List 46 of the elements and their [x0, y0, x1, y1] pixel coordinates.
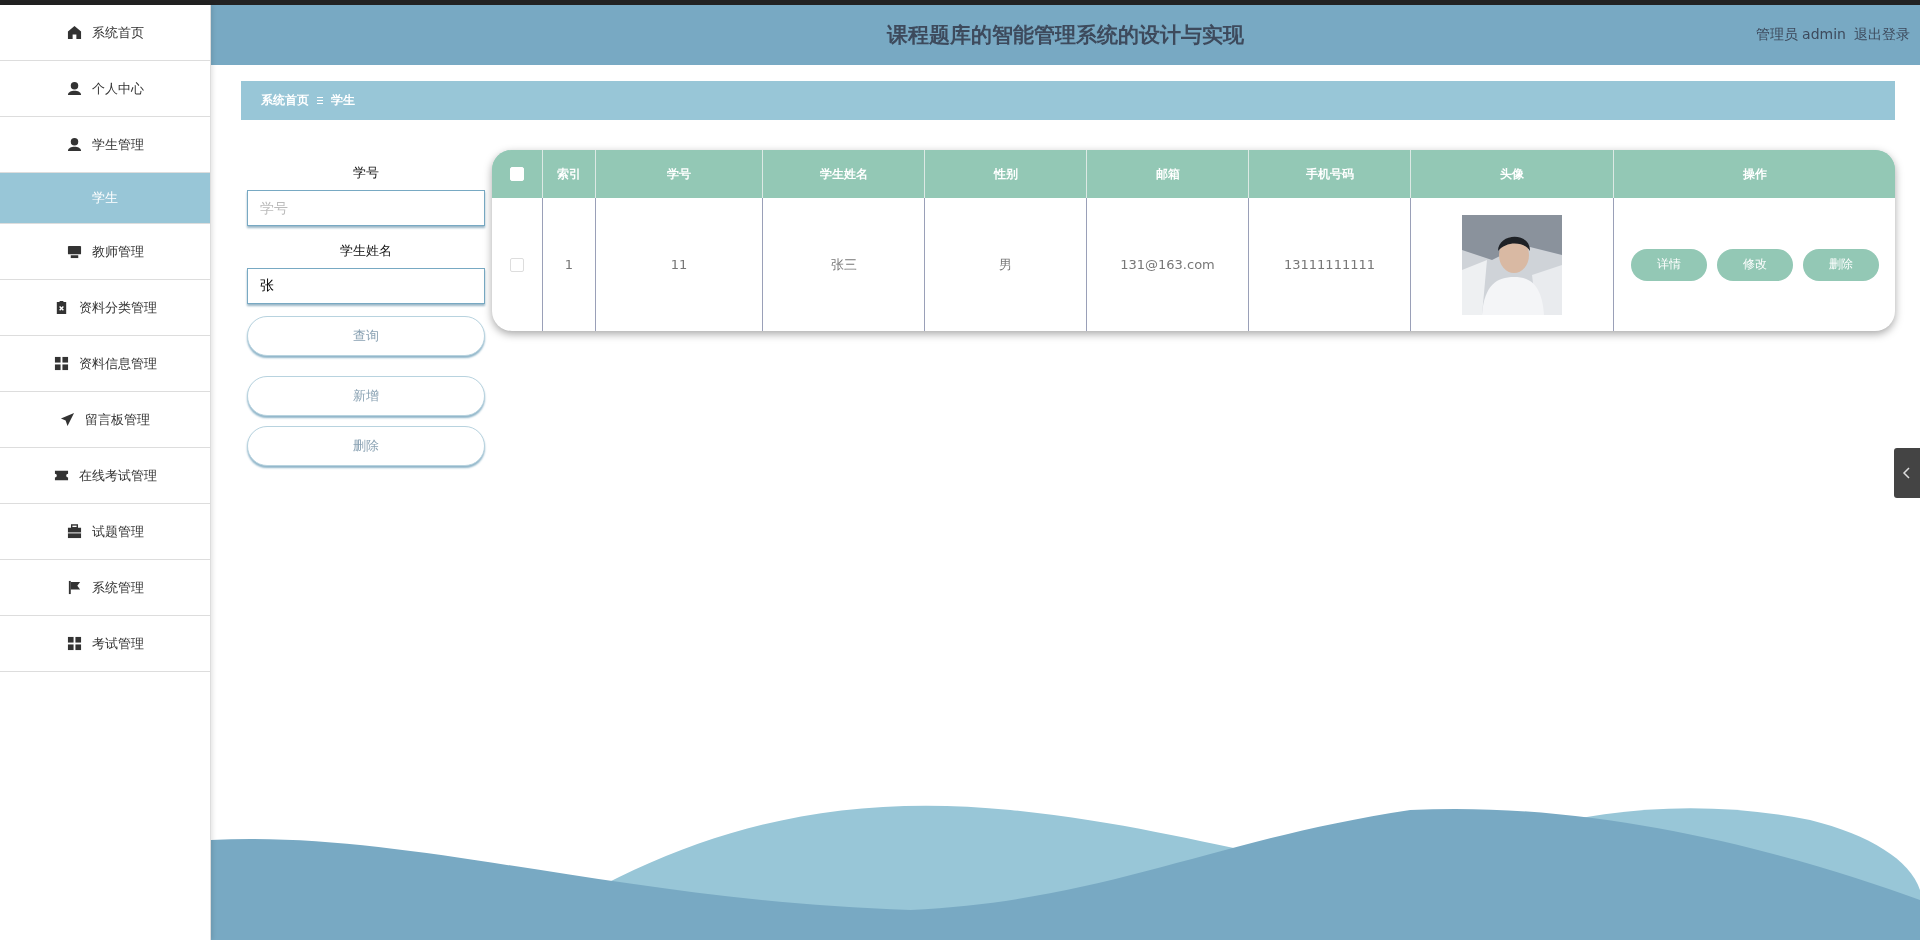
table-cell: 11 [670, 257, 688, 272]
column-header: 学号 [595, 150, 763, 198]
ticket-icon [53, 468, 69, 483]
sidebar-item[interactable]: 在线考试管理 [0, 448, 210, 504]
sidebar-item[interactable]: 教师管理 [0, 224, 210, 280]
column-header: 头像 [1410, 150, 1614, 198]
table-cell: 131@163.com [1120, 257, 1215, 272]
field-label: 学号 [353, 164, 379, 182]
sidebar-item[interactable]: 资料分类管理 [0, 280, 210, 336]
column-header: 性别 [924, 150, 1087, 198]
table-cell: 1 [564, 257, 574, 272]
monitor-icon [66, 244, 82, 259]
sidebar-item[interactable]: 系统首页 [0, 5, 210, 61]
sidebar-item[interactable]: 资料信息管理 [0, 336, 210, 392]
user-icon [66, 81, 82, 96]
separator-icon [317, 97, 323, 104]
user-label: 管理员 admin [1755, 26, 1846, 44]
input-field[interactable]: 张 [247, 268, 485, 304]
app-title: 课程题库的智能管理系统的设计与实现 [887, 22, 1244, 49]
row-checkbox[interactable] [510, 258, 524, 273]
flag-icon [66, 580, 82, 595]
briefcase-icon [66, 524, 82, 539]
sidebar-item[interactable]: 系统管理 [0, 560, 210, 616]
column-header: 手机号码 [1248, 150, 1411, 198]
collapse-tab[interactable] [1894, 448, 1920, 498]
sidebar-item[interactable]: 个人中心 [0, 61, 210, 117]
column-header: 操作 [1613, 150, 1895, 198]
column-header: 索引 [542, 150, 596, 198]
table-cell: 13111111111 [1284, 257, 1375, 272]
sidebar-item[interactable]: 留言板管理 [0, 392, 210, 448]
input-field[interactable]: 学号 [247, 190, 485, 226]
paper-plane-icon [60, 412, 75, 427]
chevron-left-icon [1902, 467, 1912, 479]
select-all-checkbox[interactable] [510, 167, 524, 182]
column-header: 学生姓名 [762, 150, 925, 198]
user-icon [66, 137, 82, 152]
grid-icon [53, 356, 69, 371]
sidebar-item[interactable]: 考试管理 [0, 616, 210, 672]
table-cell: 张三 [830, 256, 857, 272]
column-header: 邮箱 [1086, 150, 1249, 198]
field-label: 学生姓名 [340, 242, 392, 260]
sidebar-item[interactable]: 试题管理 [0, 504, 210, 560]
grid-icon [66, 636, 82, 651]
table-cell: 男 [999, 256, 1012, 272]
home-icon [66, 25, 82, 40]
logout-link[interactable]: 退出登录 [1854, 26, 1910, 44]
